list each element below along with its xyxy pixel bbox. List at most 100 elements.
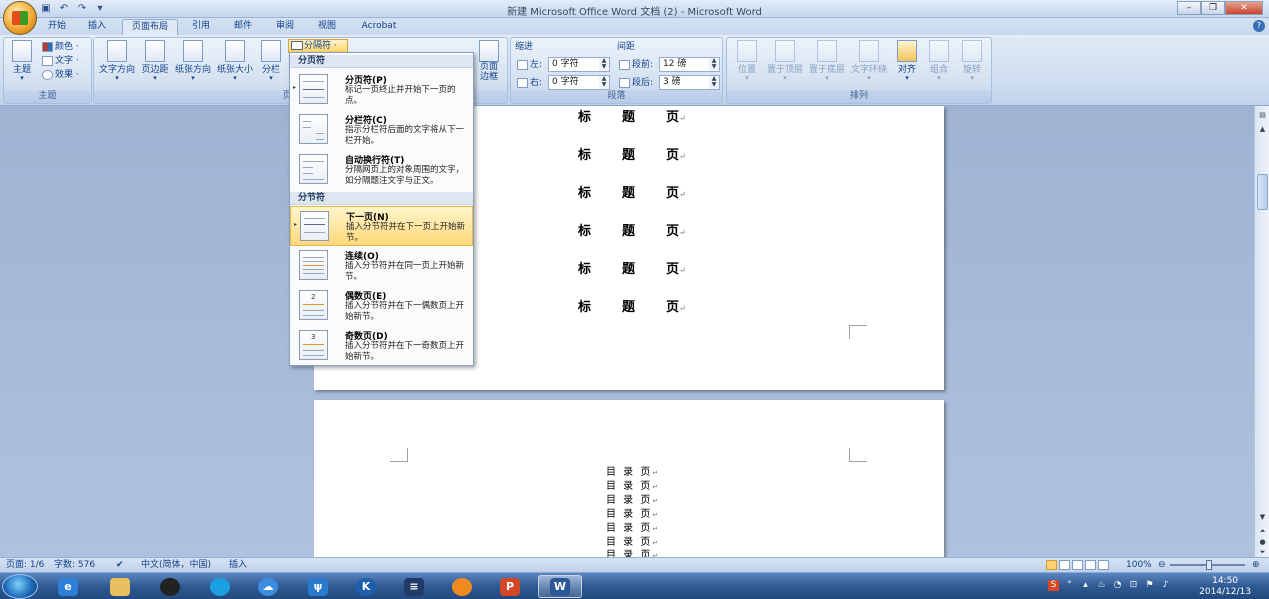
rotate-button[interactable]: 旋转 ▾ (957, 40, 987, 82)
zoom-slider[interactable] (1170, 560, 1245, 570)
tab-view[interactable]: 视图 (310, 19, 344, 35)
size-button[interactable]: 纸张大小 ▾ (215, 40, 255, 82)
spacing-after-input[interactable]: 3 磅 ▲ ▼ (659, 75, 720, 90)
text-wrap-button[interactable]: 文字环绕 ▾ (849, 40, 889, 82)
start-button[interactable] (2, 574, 38, 599)
send-to-back-button[interactable]: 置于底层 ▾ (807, 40, 847, 82)
full-screen-reading-icon[interactable] (1059, 560, 1070, 570)
document-page-2[interactable]: 目 录 页↵ 目 录 页↵ 目 录 页↵ 目 录 页↵ 目 录 页↵ 目 录 页… (314, 400, 944, 561)
spacing-before-label: 段前: (619, 59, 653, 71)
columns-button[interactable]: 分栏 ▾ (258, 40, 284, 82)
sogou-input-icon[interactable]: S (1048, 580, 1059, 591)
draft-view-icon[interactable] (1098, 560, 1109, 570)
spinner-icon[interactable]: ▲ ▼ (709, 58, 719, 71)
outline-view-icon[interactable] (1085, 560, 1096, 570)
breaks-button[interactable]: 分隔符 · (288, 39, 348, 53)
network-icon[interactable]: ⊡ (1128, 580, 1139, 591)
menu-item-next-page[interactable]: ▸ 下一页(N) 插入分节符并在下一页上开始新节。 (290, 206, 473, 246)
menu-item-description: 插入分节符并在下一奇数页上开始新节。 (345, 341, 465, 362)
tab-mailings[interactable]: 邮件 (226, 19, 260, 35)
margins-button[interactable]: 页边距 ▾ (139, 40, 171, 82)
zoom-slider-knob[interactable] (1206, 560, 1212, 570)
align-button[interactable]: 对齐 ▾ (893, 40, 921, 82)
web-layout-icon[interactable] (1072, 560, 1083, 570)
tab-page-layout[interactable]: 页面布局 (122, 19, 178, 35)
clock[interactable]: 14:50 2014/12/13 (1199, 576, 1251, 598)
proofing-icon[interactable]: ✔ (116, 558, 124, 572)
volume-icon[interactable]: ♪ (1160, 580, 1171, 591)
restore-button[interactable]: ❐ (1201, 1, 1225, 15)
orange-icon[interactable] (440, 575, 484, 598)
menu-item-even-page[interactable]: 2 偶数页(E) 插入分节符并在下一偶数页上开始新节。 (290, 286, 473, 326)
ruler-toggle-icon[interactable]: ▤ (1257, 110, 1268, 121)
themes-button[interactable]: 主题 ▾ (7, 40, 37, 82)
baidu-cloud-icon[interactable]: ☁ (246, 575, 290, 598)
paragraph-mark-icon: ↵ (652, 469, 659, 477)
scroll-up-icon[interactable]: ▲ (1257, 124, 1268, 135)
theme-fonts-button[interactable]: 文字 · (42, 55, 79, 67)
spinner-icon[interactable]: ▲ ▼ (599, 76, 609, 89)
theme-colors-button[interactable]: 颜色 · (42, 41, 79, 53)
print-layout-view-icon[interactable] (1046, 560, 1057, 570)
page-borders-button[interactable]: 页面 边框 (474, 40, 504, 82)
even-page-number: 2 (311, 293, 316, 301)
tab-home[interactable]: 开始 (40, 19, 74, 35)
ppt-icon[interactable]: P (488, 575, 532, 598)
tray-app-icon[interactable]: ♨ (1096, 580, 1107, 591)
spacing-before-input[interactable]: 12 磅 ▲ ▼ (659, 57, 720, 72)
spinner-icon[interactable]: ▲ ▼ (709, 76, 719, 89)
bring-to-front-button[interactable]: 置于顶层 ▾ (765, 40, 805, 82)
scroll-down-icon[interactable]: ▼ (1257, 512, 1268, 523)
menu-item-odd-page[interactable]: 3 奇数页(D) 插入分节符并在下一奇数页上开始新节。 (290, 326, 473, 366)
odd-page-break-icon: 3 (299, 330, 328, 360)
position-button[interactable]: 位置 ▾ (731, 40, 763, 82)
spinner-icon[interactable]: ▲ ▼ (599, 58, 609, 71)
title-char: 标 (578, 186, 592, 201)
menu-item-continuous[interactable]: 连续(O) 插入分节符并在同一页上开始新节。 (290, 246, 473, 286)
text-direction-button[interactable]: 文字方向 ▾ (97, 40, 137, 82)
page-count[interactable]: 页面: 1/6 (6, 558, 44, 572)
page-break-icon (299, 74, 328, 104)
word-count[interactable]: 字数: 576 (54, 558, 95, 572)
group-button[interactable]: 组合 ▾ (925, 40, 953, 82)
tab-review[interactable]: 审阅 (268, 19, 302, 35)
qq-icon[interactable] (148, 575, 192, 598)
close-button[interactable]: ✕ (1225, 1, 1263, 15)
action-center-icon[interactable]: ⚑ (1144, 580, 1155, 591)
scroll-thumb[interactable] (1257, 174, 1268, 210)
language-status[interactable]: 中文(简体，中国) (141, 558, 211, 572)
theme-effects-button[interactable]: 效果 · (42, 69, 79, 81)
rotate-icon (962, 40, 982, 62)
indent-left-input[interactable]: 0 字符 ▲ ▼ (548, 57, 610, 72)
browser-icon[interactable] (198, 575, 242, 598)
k-icon[interactable]: K (344, 575, 388, 598)
select-browse-object-icon[interactable]: ● (1257, 537, 1268, 548)
menu-item-text-wrapping-break[interactable]: 自动换行符(T) 分隔网页上的对象周围的文字，如分隔题注文字与正文。 (290, 150, 473, 190)
zoom-level[interactable]: 100% (1126, 558, 1152, 572)
even-page-break-icon: 2 (299, 290, 328, 320)
menu-item-page-break[interactable]: ▸ 分页符(P) 标记一页终止并开始下一页的点。 (290, 70, 473, 110)
prev-page-icon[interactable]: ⏶ (1257, 526, 1268, 537)
ie-icon[interactable]: e (46, 575, 90, 598)
input-mode-icon[interactable]: ° (1064, 580, 1075, 591)
menu-item-column-break[interactable]: 分栏符(C) 指示分栏符后面的文字将从下一栏开始。 (290, 110, 473, 150)
zoom-out-icon[interactable]: ⊖ (1158, 558, 1166, 572)
insert-mode[interactable]: 插入 (229, 558, 247, 572)
app-icon[interactable]: ψ (296, 575, 340, 598)
show-hidden-icon[interactable]: ▴ (1080, 580, 1091, 591)
zoom-in-icon[interactable]: ⊕ (1252, 558, 1260, 572)
explorer-icon[interactable] (98, 575, 142, 598)
indent-right-input[interactable]: 0 字符 ▲ ▼ (548, 75, 610, 90)
tab-references[interactable]: 引用 (184, 19, 218, 35)
vertical-scrollbar[interactable]: ▤ ▲ ▼ ⏶ ● ⏷ (1254, 106, 1269, 557)
media-icon[interactable]: ≡ (392, 575, 436, 598)
orientation-button[interactable]: 纸张方向 ▾ (173, 40, 213, 82)
help-icon[interactable]: ? (1253, 20, 1265, 32)
next-page-icon[interactable]: ⏷ (1257, 548, 1268, 556)
word-icon[interactable]: W (538, 575, 582, 598)
tray-app-icon[interactable]: ◔ (1112, 580, 1123, 591)
minimize-button[interactable]: – (1177, 1, 1201, 15)
tab-insert[interactable]: 插入 (80, 19, 114, 35)
office-button[interactable] (3, 1, 37, 35)
tab-acrobat[interactable]: Acrobat (352, 19, 406, 35)
